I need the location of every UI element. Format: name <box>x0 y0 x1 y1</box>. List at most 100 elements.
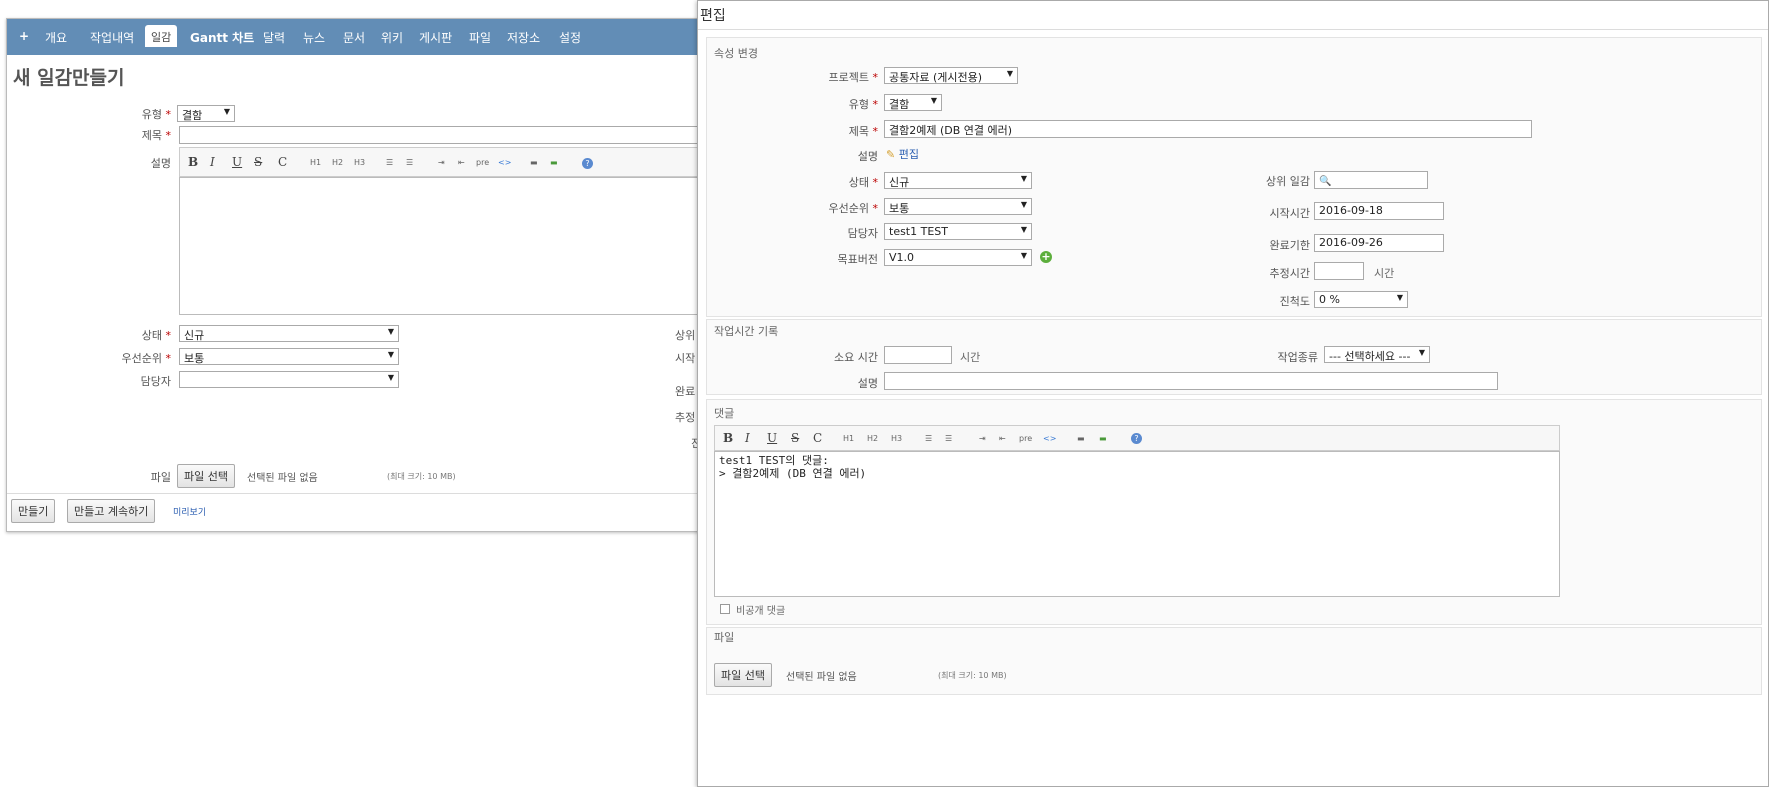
type-label: 유형 * <box>141 108 171 121</box>
type-label: 유형 * <box>848 98 878 111</box>
status-select[interactable]: 신규 ▼ <box>884 172 1032 189</box>
unordered-list-icon[interactable]: ☰ <box>386 158 393 167</box>
outdent-icon[interactable]: ⇤ <box>458 158 465 167</box>
tab-calendar[interactable]: 달력 <box>263 29 285 46</box>
pre-button[interactable]: pre <box>476 158 489 167</box>
due-date-input[interactable]: 2016-09-26 <box>1314 234 1444 252</box>
project-menu-bar: + 개요 작업내역 일감 Gantt 차트 달력 뉴스 문서 위키 게시판 파일… <box>7 19 735 55</box>
type-select[interactable]: 결함 ▼ <box>884 94 942 111</box>
notes-toolbar: B I U S C H1 H2 H3 ☰ ☰ ⇥ ⇤ pre <> ▬ ▬ ? <box>714 425 1560 451</box>
description-edit-link[interactable]: ✎ 편집 <box>886 146 919 162</box>
tab-activity[interactable]: 작업내역 <box>90 29 134 46</box>
tab-files[interactable]: 파일 <box>469 29 491 46</box>
start-label-cut: 시작 <box>675 352 696 365</box>
subject-input[interactable] <box>179 126 735 144</box>
target-version-select[interactable]: V1.0 ▼ <box>884 249 1032 266</box>
time-entry-legend: 작업시간 기록 <box>714 325 779 338</box>
tab-wiki[interactable]: 위키 <box>381 29 403 46</box>
strike-button[interactable]: S <box>791 431 799 445</box>
project-select[interactable]: 공통자료 (게시전용) ▼ <box>884 67 1018 84</box>
tab-repository[interactable]: 저장소 <box>507 29 540 46</box>
activity-label: 작업종류 <box>1277 351 1318 364</box>
ordered-list-icon[interactable]: ☰ <box>406 158 413 167</box>
estimated-time-input[interactable] <box>1314 262 1364 280</box>
underline-button[interactable]: U <box>767 431 777 445</box>
subject-label: 제목 * <box>141 129 171 142</box>
subject-input[interactable]: 결함2예제 (DB 연결 에러) <box>884 120 1532 138</box>
image-icon[interactable]: ▬ <box>530 158 538 167</box>
outdent-icon[interactable]: ⇤ <box>999 434 1006 443</box>
project-label: 프로젝트 * <box>828 71 878 84</box>
tab-settings[interactable]: 설정 <box>559 29 581 46</box>
done-ratio-label: 진척도 <box>1279 295 1310 308</box>
activity-select[interactable]: --- 선택하세요 --- ▼ <box>1324 346 1430 363</box>
spent-time-input[interactable] <box>884 346 952 364</box>
edit-issue-window: 편집 속성 변경 프로젝트 * 공통자료 (게시전용) ▼ 유형 * 결함 ▼ 제목… <box>697 0 1769 787</box>
files-legend: 파일 <box>714 631 735 644</box>
wiki-toolbar: B I U S C H1 H2 H3 ☰ ☰ ⇥ ⇤ pre <> ▬ ▬ ? <box>179 147 735 177</box>
choose-file-button[interactable]: 파일 선택 <box>177 464 235 488</box>
time-comment-input[interactable] <box>884 372 1498 390</box>
target-version-label: 목표버전 <box>837 253 878 266</box>
notes-legend: 댓글 <box>714 407 735 420</box>
choose-file-button[interactable]: 파일 선택 <box>714 663 772 687</box>
strike-button[interactable]: S <box>254 155 262 169</box>
create-button[interactable]: 만들기 <box>11 499 56 523</box>
bold-button[interactable]: B <box>723 431 733 445</box>
done-ratio-select[interactable]: 0 % ▼ <box>1314 291 1408 308</box>
italic-button[interactable]: I <box>210 155 215 169</box>
notes-textarea[interactable]: test1 TEST의 댓글: > 결함2예제 (DB 연결 에러) <box>714 451 1560 597</box>
h3-button[interactable]: H3 <box>354 158 365 167</box>
assignee-select[interactable]: ▼ <box>179 371 399 388</box>
italic-button[interactable]: I <box>745 431 750 445</box>
due-label-cut: 완료 <box>675 385 696 398</box>
h2-button[interactable]: H2 <box>332 158 343 167</box>
assignee-select[interactable]: test1 TEST ▼ <box>884 223 1032 240</box>
start-date-input[interactable]: 2016-09-18 <box>1314 202 1444 220</box>
pre-button[interactable]: pre <box>1019 434 1032 443</box>
image-icon[interactable]: ▬ <box>1077 434 1085 443</box>
status-select[interactable]: 신규 ▼ <box>179 325 399 342</box>
h2-button[interactable]: H2 <box>867 434 878 443</box>
link-icon[interactable]: <> <box>498 158 511 167</box>
h3-button[interactable]: H3 <box>891 434 902 443</box>
estimated-time-label: 추정시간 <box>1269 267 1310 280</box>
unordered-list-icon[interactable]: ☰ <box>925 434 932 443</box>
tab-documents[interactable]: 문서 <box>343 29 365 46</box>
tab-gantt[interactable]: Gantt 차트 <box>190 29 254 46</box>
h1-button[interactable]: H1 <box>843 434 854 443</box>
preview-link[interactable]: 미리보기 <box>173 505 206 518</box>
help-icon[interactable]: ? <box>582 158 593 169</box>
type-select[interactable]: 결함 ▼ <box>177 105 235 122</box>
spent-time-unit: 시간 <box>960 351 981 364</box>
priority-select[interactable]: 보통 ▼ <box>179 348 399 365</box>
description-textarea[interactable] <box>179 177 735 315</box>
private-notes-checkbox[interactable] <box>720 604 730 614</box>
h1-button[interactable]: H1 <box>310 158 321 167</box>
tab-overview[interactable]: 개요 <box>45 29 67 46</box>
priority-select[interactable]: 보통 ▼ <box>884 198 1032 215</box>
bold-button[interactable]: B <box>188 155 198 169</box>
tab-issues[interactable]: 일감 <box>145 25 178 47</box>
link-icon[interactable]: <> <box>1043 434 1056 443</box>
max-size-note: (최대 크기: 10 MB) <box>387 472 456 481</box>
code-button[interactable]: C <box>278 155 287 169</box>
image-green-icon[interactable]: ▬ <box>550 158 558 167</box>
parent-issue-input[interactable]: 🔍 <box>1314 171 1428 189</box>
create-continue-button[interactable]: 만들고 계속하기 <box>67 499 156 523</box>
image-green-icon[interactable]: ▬ <box>1099 434 1107 443</box>
add-icon[interactable]: + <box>19 29 29 43</box>
ordered-list-icon[interactable]: ☰ <box>945 434 952 443</box>
add-version-icon[interactable]: + <box>1040 251 1052 263</box>
tab-news[interactable]: 뉴스 <box>303 29 325 46</box>
time-comment-label: 설명 <box>857 377 878 390</box>
subject-label: 제목 * <box>848 125 878 138</box>
indent-icon[interactable]: ⇥ <box>438 158 445 167</box>
indent-icon[interactable]: ⇥ <box>979 434 986 443</box>
tab-forums[interactable]: 게시판 <box>419 29 452 46</box>
code-button[interactable]: C <box>813 431 822 445</box>
underline-button[interactable]: U <box>232 155 242 169</box>
help-icon[interactable]: ? <box>1131 433 1142 444</box>
assignee-label: 담당자 <box>140 375 171 388</box>
status-label: 상태 * <box>848 176 878 189</box>
